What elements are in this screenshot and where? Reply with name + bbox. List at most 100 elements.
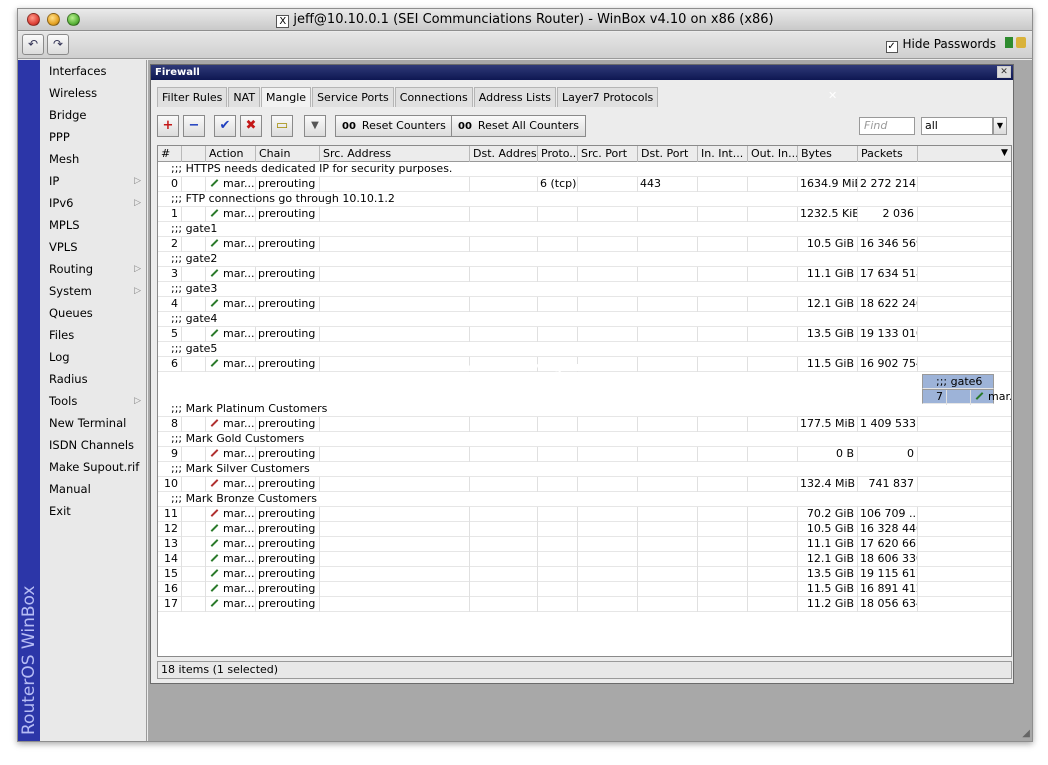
table-row[interactable]: 3 mar... prerouting 11.1 GiB 17 634 518 xyxy=(158,267,1011,282)
table-row[interactable]: ;;; FTP connections go through 10.10.1.2 xyxy=(158,192,1011,207)
sidebar-item[interactable]: System ▷ xyxy=(40,280,147,302)
sidebar-item[interactable]: Exit xyxy=(40,500,147,522)
empty-cell xyxy=(748,522,798,537)
table-row[interactable]: 5 mar... prerouting 13.5 GiB 19 133 010 xyxy=(158,327,1011,342)
table-row[interactable]: ;;; Mark Bronze Customers xyxy=(158,492,1011,507)
rule-protocol xyxy=(538,417,578,432)
table-row[interactable]: 15 mar... prerouting 13.5 GiB 19 115 617 xyxy=(158,567,1011,582)
empty-cell xyxy=(320,237,470,252)
enable-button[interactable]: ✔ xyxy=(214,115,236,137)
column-menu-icon[interactable]: ▼ xyxy=(998,146,1011,162)
table-row[interactable]: ;;; gate5 xyxy=(158,342,1011,357)
sidebar-item[interactable]: PPP xyxy=(40,126,147,148)
empty-cell xyxy=(748,177,798,192)
column-header[interactable]: In. Int... xyxy=(698,146,748,162)
sidebar-item[interactable]: Bridge xyxy=(40,104,147,126)
table-row[interactable]: 4 mar... prerouting 12.1 GiB 18 622 240 xyxy=(158,297,1011,312)
disable-button[interactable]: ✖ xyxy=(240,115,262,137)
column-header[interactable]: Src. Port xyxy=(578,146,638,162)
table-row[interactable]: 11 mar... prerouting 70.2 GiB 106 709 ... xyxy=(158,507,1011,522)
sidebar-item[interactable]: Mesh xyxy=(40,148,147,170)
sidebar-item[interactable]: VPLS xyxy=(40,236,147,258)
hide-passwords-toggle[interactable]: ✓ Hide Passwords xyxy=(885,37,996,53)
column-header[interactable]: Chain xyxy=(256,146,320,162)
table-row[interactable]: 0 mar... prerouting 6 (tcp) 443 1634.9 MiB 2 2… xyxy=(158,177,1011,192)
table-row[interactable]: ;;; HTTPS needs dedicated IP for securit… xyxy=(158,162,1011,177)
sidebar-item[interactable]: New Terminal xyxy=(40,412,147,434)
table-row[interactable]: 16 mar... prerouting 11.5 GiB 16 891 412 xyxy=(158,582,1011,597)
table-row[interactable]: 14 mar... prerouting 12.1 GiB 18 606 330 xyxy=(158,552,1011,567)
zoom-window-button[interactable] xyxy=(67,13,80,26)
column-header[interactable] xyxy=(182,146,206,162)
tab[interactable]: NAT xyxy=(228,87,261,107)
close-icon[interactable]: ✕ xyxy=(997,66,1011,78)
tab[interactable]: Mangle xyxy=(261,87,312,107)
table-row[interactable]: 12 mar... prerouting 10.5 GiB 16 328 446 xyxy=(158,522,1011,537)
sidebar-item[interactable]: Log xyxy=(40,346,147,368)
table-row[interactable]: ;;; gate1 xyxy=(158,222,1011,237)
hide-passwords-checkbox[interactable]: ✓ xyxy=(885,41,898,53)
find-input[interactable]: Find xyxy=(859,117,915,135)
add-button[interactable]: + xyxy=(157,115,179,137)
rule-number: 13 xyxy=(158,537,182,552)
filter-select[interactable]: all xyxy=(921,117,993,135)
sidebar-item[interactable]: IPv6 ▷ xyxy=(40,192,147,214)
tab[interactable]: Address Lists xyxy=(473,87,557,107)
sidebar-item[interactable]: Radius xyxy=(40,368,147,390)
table-row[interactable]: 10 mar... prerouting 132.4 MiB 741 837 xyxy=(158,477,1011,492)
column-header[interactable]: Out. In... xyxy=(748,146,798,162)
resize-handle-icon[interactable]: ◢ xyxy=(1022,728,1030,739)
sidebar-item[interactable]: Routing ▷ xyxy=(40,258,147,280)
sidebar-item[interactable]: ISDN Channels xyxy=(40,434,147,456)
tab[interactable]: Connections xyxy=(394,87,473,107)
rule-dst-port xyxy=(638,597,698,612)
sidebar-item[interactable]: Interfaces xyxy=(40,60,147,82)
table-row[interactable]: ;;; gate6 xyxy=(922,374,994,389)
column-header[interactable]: Action xyxy=(206,146,256,162)
table-row[interactable]: 2 mar... prerouting 10.5 GiB 16 346 569 xyxy=(158,237,1011,252)
tab[interactable]: Filter Rules xyxy=(157,87,228,107)
sidebar-item[interactable]: Files xyxy=(40,324,147,346)
table-row[interactable]: 1 mar... prerouting 1232.5 KiB 2 036 xyxy=(158,207,1011,222)
sidebar-item[interactable]: Tools ▷ xyxy=(40,390,147,412)
table-row[interactable]: ;;; Mark Silver Customers xyxy=(158,462,1011,477)
undo-button[interactable]: ↶ xyxy=(22,34,44,55)
reset-counters-button[interactable]: 00 Reset Counters xyxy=(335,115,453,137)
filter-button[interactable]: ▼ xyxy=(304,115,326,137)
chevron-down-icon[interactable]: ▼ xyxy=(993,117,1007,135)
rule-number: 8 xyxy=(158,417,182,432)
sidebar-item[interactable]: Make Supout.rif xyxy=(40,456,147,478)
column-header[interactable]: # xyxy=(158,146,182,162)
redo-button[interactable]: ↷ xyxy=(47,34,69,55)
column-header[interactable]: Dst. Port xyxy=(638,146,698,162)
minimize-window-button[interactable] xyxy=(47,13,60,26)
close-window-button[interactable] xyxy=(27,13,40,26)
sidebar-item[interactable]: IP ▷ xyxy=(40,170,147,192)
rule-chain: prerouting xyxy=(256,537,320,552)
tab[interactable]: Layer7 Protocols xyxy=(557,87,659,107)
table-row[interactable]: ;;; gate2 xyxy=(158,252,1011,267)
table-row[interactable]: ;;; gate4 xyxy=(158,312,1011,327)
table-row[interactable]: ;;; Mark Platinum Customers xyxy=(158,402,1011,417)
sidebar-item[interactable]: Queues xyxy=(40,302,147,324)
sidebar-item[interactable]: MPLS xyxy=(40,214,147,236)
tab[interactable]: Service Ports xyxy=(312,87,394,107)
column-header[interactable]: Proto... xyxy=(538,146,578,162)
column-header[interactable]: Src. Address xyxy=(320,146,470,162)
table-row[interactable]: 17 mar... prerouting 11.2 GiB 18 056 634 xyxy=(158,597,1011,612)
empty-cell xyxy=(578,522,638,537)
table-row[interactable]: 13 mar... prerouting 11.1 GiB 17 620 667 xyxy=(158,537,1011,552)
table-row[interactable]: ;;; gate3 xyxy=(158,282,1011,297)
empty-cell xyxy=(748,582,798,597)
table-row[interactable]: 8 mar... prerouting 177.5 MiB 1 409 533 xyxy=(158,417,1011,432)
remove-button[interactable]: − xyxy=(183,115,205,137)
column-header[interactable]: Packets xyxy=(858,146,918,162)
table-row[interactable]: 9 mar... prerouting 0 B0 xyxy=(158,447,1011,462)
column-header[interactable]: Bytes xyxy=(798,146,858,162)
column-header[interactable]: Dst. Address xyxy=(470,146,538,162)
sidebar-item[interactable]: Wireless xyxy=(40,82,147,104)
reset-all-counters-button[interactable]: 00 Reset All Counters xyxy=(451,115,586,137)
comment-button[interactable]: ▭ xyxy=(271,115,293,137)
table-row[interactable]: ;;; Mark Gold Customers xyxy=(158,432,1011,447)
sidebar-item[interactable]: Manual xyxy=(40,478,147,500)
